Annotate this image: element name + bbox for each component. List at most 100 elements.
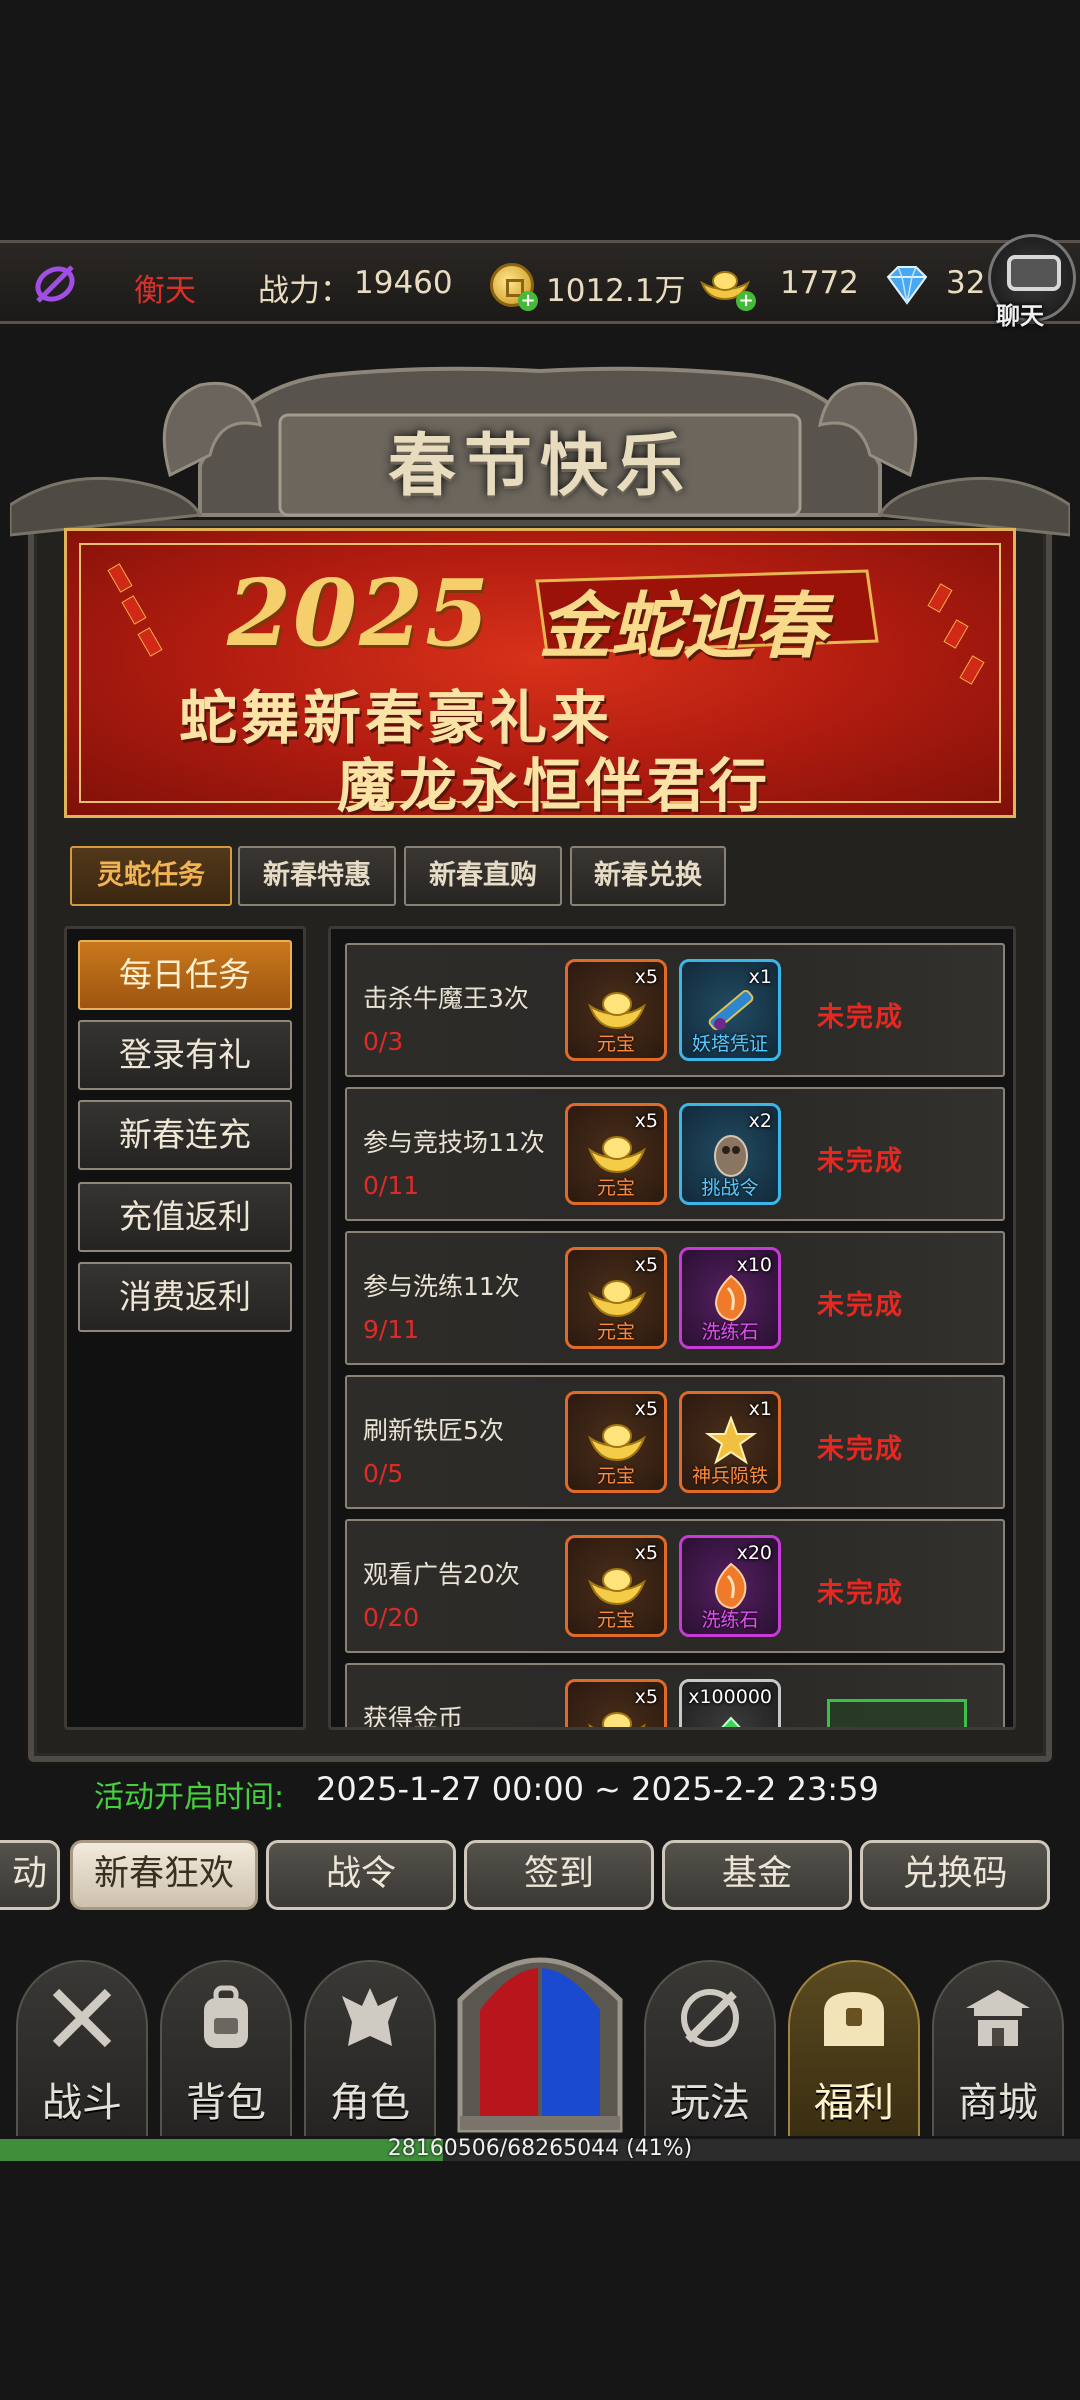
- nav-label: 商城: [958, 2080, 1038, 2126]
- reward-gold-coins[interactable]: x100000: [679, 1679, 781, 1727]
- subtab-spring-deals[interactable]: 新春特惠: [238, 846, 396, 906]
- nav-label: 玩法: [670, 2080, 750, 2126]
- event-tab-redeem-code[interactable]: 兑换码: [860, 1840, 1050, 1910]
- task-name: 观看广告20次: [363, 1560, 520, 1589]
- event-tab-battle-pass[interactable]: 战令: [266, 1840, 456, 1910]
- side-login-gift[interactable]: 登录有礼: [78, 1020, 292, 1090]
- reward-ingot[interactable]: x5 元宝: [565, 1247, 667, 1349]
- reward-count: x5: [634, 1254, 658, 1276]
- refine-stone-icon: [714, 1562, 747, 1610]
- task-progress: 0/3: [363, 1027, 404, 1056]
- faction-emblem-icon[interactable]: [30, 259, 80, 309]
- banner-tagline: 金蛇迎春: [539, 583, 828, 668]
- reward-refine-stone[interactable]: x20 洗练石: [679, 1535, 781, 1637]
- task-name: 参与洗练11次: [363, 1272, 520, 1301]
- reward-name: 元宝: [596, 1033, 635, 1055]
- activity-time-value: 2025-1-27 00:00 ~ 2025-2-2 23:59: [316, 1770, 879, 1808]
- experience-text: 28160506/68265044 (41%): [387, 2136, 693, 2161]
- nav-welfare[interactable]: 福利: [784, 1960, 924, 2136]
- task-row: 参与洗练11次 9/11 x5 元宝 x10 洗练石 未完成: [345, 1231, 1005, 1365]
- reward-name: 元宝: [596, 1321, 635, 1343]
- nav-label: 战斗: [42, 2080, 122, 2126]
- ingot-icon: [588, 1424, 646, 1462]
- reward-count: x10: [736, 1254, 772, 1276]
- claim-button[interactable]: [827, 1699, 967, 1727]
- player-name[interactable]: 衡天: [134, 265, 196, 310]
- add-ingot-icon[interactable]: +: [736, 291, 756, 311]
- bottom-navigation: 战斗 背包 角色 玩法 福利 商城: [0, 1957, 1080, 2136]
- reward-count: x1: [748, 1398, 772, 1420]
- nav-character[interactable]: 角色: [300, 1960, 440, 2136]
- reward-count: x5: [634, 966, 658, 988]
- reward-ingot[interactable]: x5 元宝: [565, 1391, 667, 1493]
- task-name: 获得金币: [363, 1704, 464, 1730]
- reward-name: 元宝: [596, 1465, 635, 1487]
- add-gold-icon[interactable]: +: [518, 291, 538, 311]
- reward-count: x5: [634, 1542, 658, 1564]
- subtab-snake-tasks[interactable]: 灵蛇任务: [70, 846, 232, 906]
- task-row: 观看广告20次 0/20 x5 元宝 x20 洗练石 未完成: [345, 1519, 1005, 1653]
- challenge-token-icon: [714, 1135, 748, 1177]
- event-banner: 2025 金蛇迎春 蛇舞新春豪礼来 魔龙永恒伴君行: [64, 528, 1016, 818]
- reward-ingot[interactable]: x5: [565, 1679, 667, 1727]
- subtab-spring-exchange[interactable]: 新春兑换: [570, 846, 726, 906]
- reward-ingot[interactable]: x5 元宝: [565, 1535, 667, 1637]
- character-helmet-icon: [342, 1988, 398, 2046]
- nav-label: 背包: [186, 2080, 266, 2126]
- banner-headline-2: 魔龙永恒伴君行: [337, 752, 772, 818]
- event-tab-fund[interactable]: 基金: [662, 1840, 852, 1910]
- reward-count: x5: [634, 1398, 658, 1420]
- task-row: 刷新铁匠5次 0/5 x5 元宝 x1 神兵陨铁 未完成: [345, 1375, 1005, 1509]
- task-name: 击杀牛魔王3次: [363, 984, 529, 1013]
- reward-count: x100000: [688, 1686, 772, 1708]
- reward-ingot[interactable]: x5 元宝: [565, 959, 667, 1061]
- side-recharge-rebate[interactable]: 充值返利: [78, 1182, 292, 1252]
- reward-name: 神兵陨铁: [691, 1465, 768, 1487]
- refine-stone-icon: [714, 1274, 747, 1322]
- chat-label: 聊天: [996, 302, 1044, 330]
- reward-name: 元宝: [596, 1609, 635, 1631]
- subtab-spring-direct-buy[interactable]: 新春直购: [404, 846, 562, 906]
- nav-gameplay[interactable]: 玩法: [640, 1960, 780, 2136]
- shop-pagoda-icon: [966, 1990, 1030, 2046]
- side-daily-tasks[interactable]: 每日任务: [78, 940, 292, 1010]
- task-list[interactable]: 击杀牛魔王3次 0/3 x5 元宝 x1 妖塔凭证 未完成 参与竞技场11次 0…: [328, 926, 1016, 1730]
- power-label: 战力：: [258, 273, 351, 309]
- side-spring-recharge[interactable]: 新春连充: [78, 1100, 292, 1170]
- reward-count: x1: [748, 966, 772, 988]
- dungeon-portal-icon[interactable]: [440, 1920, 640, 2140]
- reward-ingot[interactable]: x5 元宝: [565, 1103, 667, 1205]
- task-row: 参与竞技场11次 0/11 x5 元宝 x2 挑战令 未完成: [345, 1087, 1005, 1221]
- event-tab-activity[interactable]: 动: [0, 1840, 60, 1910]
- task-progress: 9/11: [363, 1315, 420, 1344]
- banner-year: 2025: [227, 559, 492, 667]
- diamond-icon: [886, 266, 928, 305]
- ingot-icon: [588, 1568, 646, 1606]
- reward-count: x2: [748, 1110, 772, 1132]
- event-tab-spring-carnival[interactable]: 新春狂欢: [70, 1840, 258, 1910]
- task-row: 击杀牛魔王3次 0/3 x5 元宝 x1 妖塔凭证 未完成: [345, 943, 1005, 1077]
- task-name: 参与竞技场11次: [363, 1128, 545, 1157]
- task-status: 未完成: [817, 1434, 904, 1465]
- tower-voucher-icon: [708, 989, 754, 1031]
- chat-bubble-icon: [1007, 255, 1061, 291]
- reward-meteor-iron[interactable]: x1 神兵陨铁: [679, 1391, 781, 1493]
- task-status: 未完成: [817, 1578, 904, 1609]
- top-status-bar: 衡天 战力： 19460 + 1012.1万 + 1772 32: [0, 240, 1080, 324]
- side-spend-rebate[interactable]: 消费返利: [78, 1262, 292, 1332]
- ingot-icon: [588, 1136, 646, 1174]
- reward-challenge-token[interactable]: x2 挑战令: [679, 1103, 781, 1205]
- nav-shop[interactable]: 商城: [928, 1960, 1068, 2136]
- reward-refine-stone[interactable]: x10 洗练石: [679, 1247, 781, 1349]
- task-row: 获得金币 x5 x100000: [345, 1663, 1005, 1730]
- reward-count: x20: [736, 1542, 772, 1564]
- reward-count: x5: [634, 1110, 658, 1132]
- ingot-amount: 1772: [780, 265, 859, 301]
- event-tab-sign-in[interactable]: 签到: [464, 1840, 654, 1910]
- reward-tower-voucher[interactable]: x1 妖塔凭证: [679, 959, 781, 1061]
- treasure-chest-icon: [824, 1992, 884, 2046]
- nav-battle[interactable]: 战斗: [12, 1960, 152, 2136]
- nav-backpack[interactable]: 背包: [156, 1960, 296, 2136]
- activity-time-label: 活动开启时间:: [94, 1780, 285, 1815]
- task-name: 刷新铁匠5次: [363, 1416, 504, 1445]
